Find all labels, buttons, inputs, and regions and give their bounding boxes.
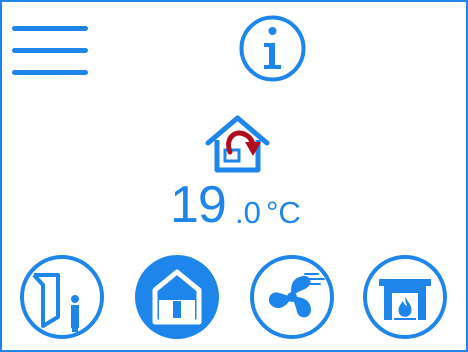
away-mode-icon <box>20 255 104 339</box>
away-mode-button[interactable] <box>19 254 105 340</box>
temperature-decimal: .0 <box>235 195 261 230</box>
ventilation-mode-button[interactable] <box>249 254 335 340</box>
fan-mode-icon <box>250 255 334 339</box>
info-button[interactable] <box>239 15 306 82</box>
temperature-unit: °C <box>266 195 301 230</box>
house-boost-icon <box>205 115 270 174</box>
fireplace-mode-icon <box>363 255 447 339</box>
info-icon <box>239 15 306 82</box>
thermostat-screen: 19 .0 °C <box>0 0 468 352</box>
menu-icon-line-bottom <box>12 70 88 75</box>
menu-icon-line-top <box>12 26 88 31</box>
fireplace-mode-button[interactable] <box>362 254 448 340</box>
temperature-whole: 19 <box>170 176 227 234</box>
home-mode-button[interactable] <box>134 254 220 340</box>
home-mode-icon <box>135 255 219 339</box>
menu-button[interactable] <box>12 18 88 78</box>
temperature-readout: 19 .0 °C <box>138 173 338 233</box>
menu-icon-line-middle <box>12 48 88 53</box>
